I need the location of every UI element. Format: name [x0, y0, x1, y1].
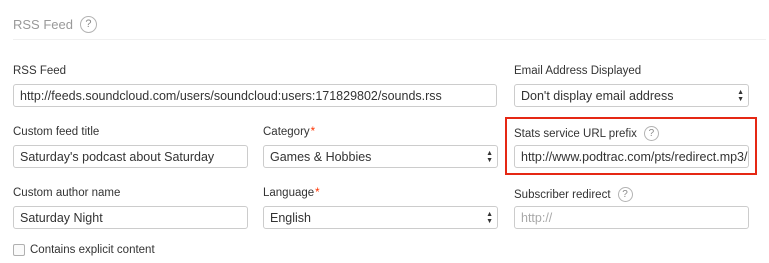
- rss-feed-label-text: RSS Feed: [13, 65, 67, 77]
- highlight-box: [505, 117, 757, 175]
- author-label-text: Custom author name: [13, 187, 121, 199]
- language-label: Language *: [263, 187, 320, 199]
- email-label-text: Email Address Displayed: [514, 65, 642, 77]
- select-arrows-icon: ▲ ▼: [486, 149, 493, 164]
- rss-feed-label: RSS Feed: [13, 65, 66, 77]
- select-arrows-icon: ▲ ▼: [737, 88, 744, 103]
- explicit-content-label: Contains explicit content: [30, 244, 155, 256]
- subscriber-redirect-field[interactable]: http://: [514, 206, 749, 229]
- author-label: Custom author name: [13, 187, 120, 199]
- select-arrows-icon: ▲ ▼: [486, 210, 493, 225]
- email-display-select[interactable]: Don't display email address ▲ ▼: [514, 84, 749, 107]
- section-header: RSS Feed ?: [13, 16, 97, 33]
- language-select[interactable]: English ▲ ▼: [263, 206, 498, 229]
- section-title: RSS Feed: [13, 17, 73, 32]
- email-label: Email Address Displayed: [514, 65, 641, 77]
- author-field[interactable]: Saturday Night: [13, 206, 248, 229]
- required-marker: *: [315, 187, 320, 199]
- required-marker: *: [310, 126, 316, 138]
- language-value: English: [270, 210, 311, 225]
- custom-title-field[interactable]: Saturday's podcast about Saturday: [13, 145, 248, 168]
- explicit-content-checkbox[interactable]: [13, 244, 25, 256]
- help-icon[interactable]: ?: [617, 187, 633, 202]
- divider: [13, 39, 766, 40]
- custom-title-label-text: Custom feed title: [13, 126, 100, 138]
- author-value: Saturday Night: [20, 210, 103, 225]
- category-label-text: Category: [263, 126, 310, 138]
- rss-feed-url-field[interactable]: http://feeds.soundcloud.com/users/soundc…: [13, 84, 497, 107]
- rss-feed-url-value: http://feeds.soundcloud.com/users/soundc…: [20, 88, 442, 103]
- subscriber-redirect-placeholder: http://: [521, 210, 553, 225]
- category-label: Category *: [263, 126, 315, 138]
- category-select[interactable]: Games & Hobbies ▲ ▼: [263, 145, 498, 168]
- email-display-value: Don't display email address: [521, 88, 674, 103]
- custom-title-label: Custom feed title: [13, 126, 99, 138]
- language-label-text: Language: [263, 187, 315, 199]
- help-icon[interactable]: ?: [79, 16, 97, 33]
- subscriber-redirect-label: Subscriber redirect ?: [514, 187, 633, 202]
- category-value: Games & Hobbies: [270, 149, 372, 164]
- subscriber-redirect-label-text: Subscriber redirect: [514, 188, 611, 201]
- explicit-content-row[interactable]: Contains explicit content: [13, 244, 155, 256]
- custom-title-value: Saturday's podcast about Saturday: [20, 149, 215, 164]
